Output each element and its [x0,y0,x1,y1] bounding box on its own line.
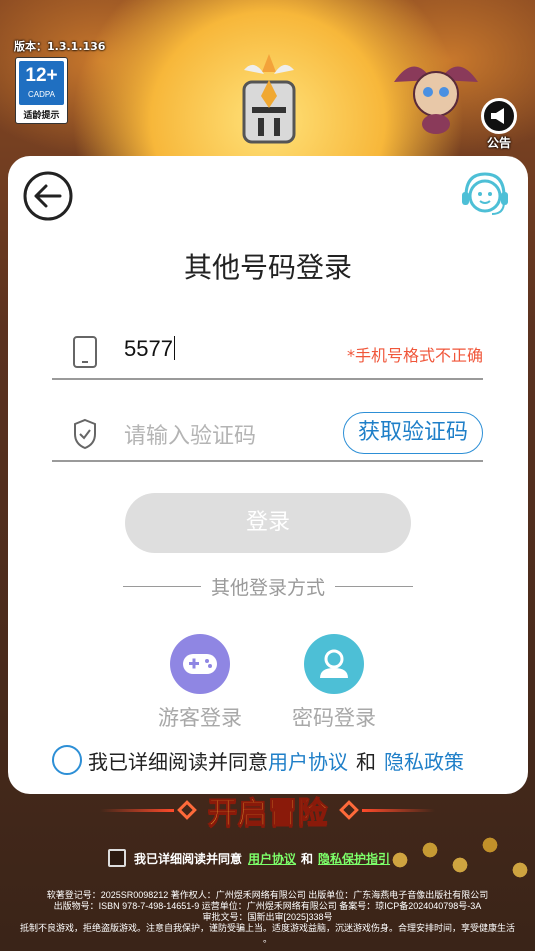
legal-line: 抵制不良游戏，拒绝盗版游戏。注意自我保护，谨防受骗上当。适度游戏益脑，沉迷游戏伤… [19,923,515,933]
code-field-row[interactable]: 请输入验证码 获取验证码 [52,410,483,462]
legal-line: 。 [262,934,272,944]
user-agreement-link[interactable]: 用户协议 [268,746,348,775]
notice-button[interactable]: 公告 [476,98,522,154]
age-rating-tip: 适龄提示 [23,111,60,121]
version-label: 版本：1.3.1.136 [14,40,106,53]
guest-login-label: 游客登录 [158,706,242,730]
age-rating-badge[interactable]: 12+ CADPA 适龄提示 [15,57,68,124]
other-methods-label: 其他登录方式 [211,576,326,599]
user-icon [304,634,364,694]
phone-field-row[interactable]: 5577 *手机号格式不正确 [52,328,483,380]
banner-line-left [100,808,174,812]
phone-icon [73,336,97,368]
megaphone-icon [481,98,517,134]
customer-service-icon[interactable] [458,168,512,220]
knight-character-image [242,54,296,144]
verification-code-input[interactable]: 请输入验证码 [124,418,256,450]
phone-error-text: *手机号格式不正确 [346,346,483,365]
gamepad-icon [170,634,230,694]
legal-line: 出版物号：ISBN 978-7-498-14651-9 运营单位：广州煜禾网络有… [53,901,482,911]
start-adventure-text: 开启冒险 [207,796,328,832]
background-agreement-checkbox[interactable] [108,849,126,867]
age-rating-org: CADPA [28,90,55,99]
background-agreement-and: 和 [301,851,314,866]
notice-label: 公告 [486,136,511,150]
agreement-and: 和 [356,749,376,774]
guest-login-button[interactable]: 游客登录 [150,634,250,732]
background-agreement-prefix: 我已详细阅读并同意 [134,851,243,866]
legal-notice: 软著登记号：2025SR0098212 著作权人：广州煜禾网络有限公司 出版单位… [0,890,535,945]
divider-line-left [123,585,201,587]
banner-line-right [361,808,435,812]
divider-line-right [335,585,414,587]
password-login-button[interactable]: 密码登录 [284,634,384,732]
page-title: 其他号码登录 [183,251,352,284]
back-arrow-icon[interactable] [22,170,74,222]
background-user-agreement-link[interactable]: 用户协议 [248,850,296,867]
agreement-row: 我已详细阅读并同意 用户协议 和 隐私政策 [52,744,464,776]
banner-gem-right [338,800,359,820]
legal-line: 软著登记号：2025SR0098212 著作权人：广州煜禾网络有限公司 出版单位… [46,890,489,900]
login-dialog: 其他号码登录 5577 *手机号格式不正确 请输入验证码 获取验证码 登录 其他… [8,156,528,794]
other-methods-divider: 其他登录方式 [123,574,414,599]
age-rating-number: 12+ [25,65,58,86]
banner-gem-left [176,800,197,820]
privacy-policy-link[interactable]: 隐私政策 [384,746,464,775]
get-code-button[interactable]: 获取验证码 [342,412,483,454]
gold-coins-image [380,820,535,900]
agreement-prefix: 我已详细阅读并同意 [88,749,268,774]
legal-line: 审批文号：国新出审[2025]338号 [202,912,333,922]
password-login-label: 密码登录 [292,706,376,730]
dragon-character-image [394,66,478,134]
shield-check-icon [74,418,96,450]
agreement-checkbox[interactable] [52,745,82,775]
login-button[interactable]: 登录 [125,493,411,553]
background-privacy-link[interactable]: 隐私保护指引 [318,850,390,867]
background-agreement: 我已详细阅读并同意 用户协议 和 隐私保护指引 [108,848,390,868]
phone-input[interactable]: 5577 [124,336,175,362]
